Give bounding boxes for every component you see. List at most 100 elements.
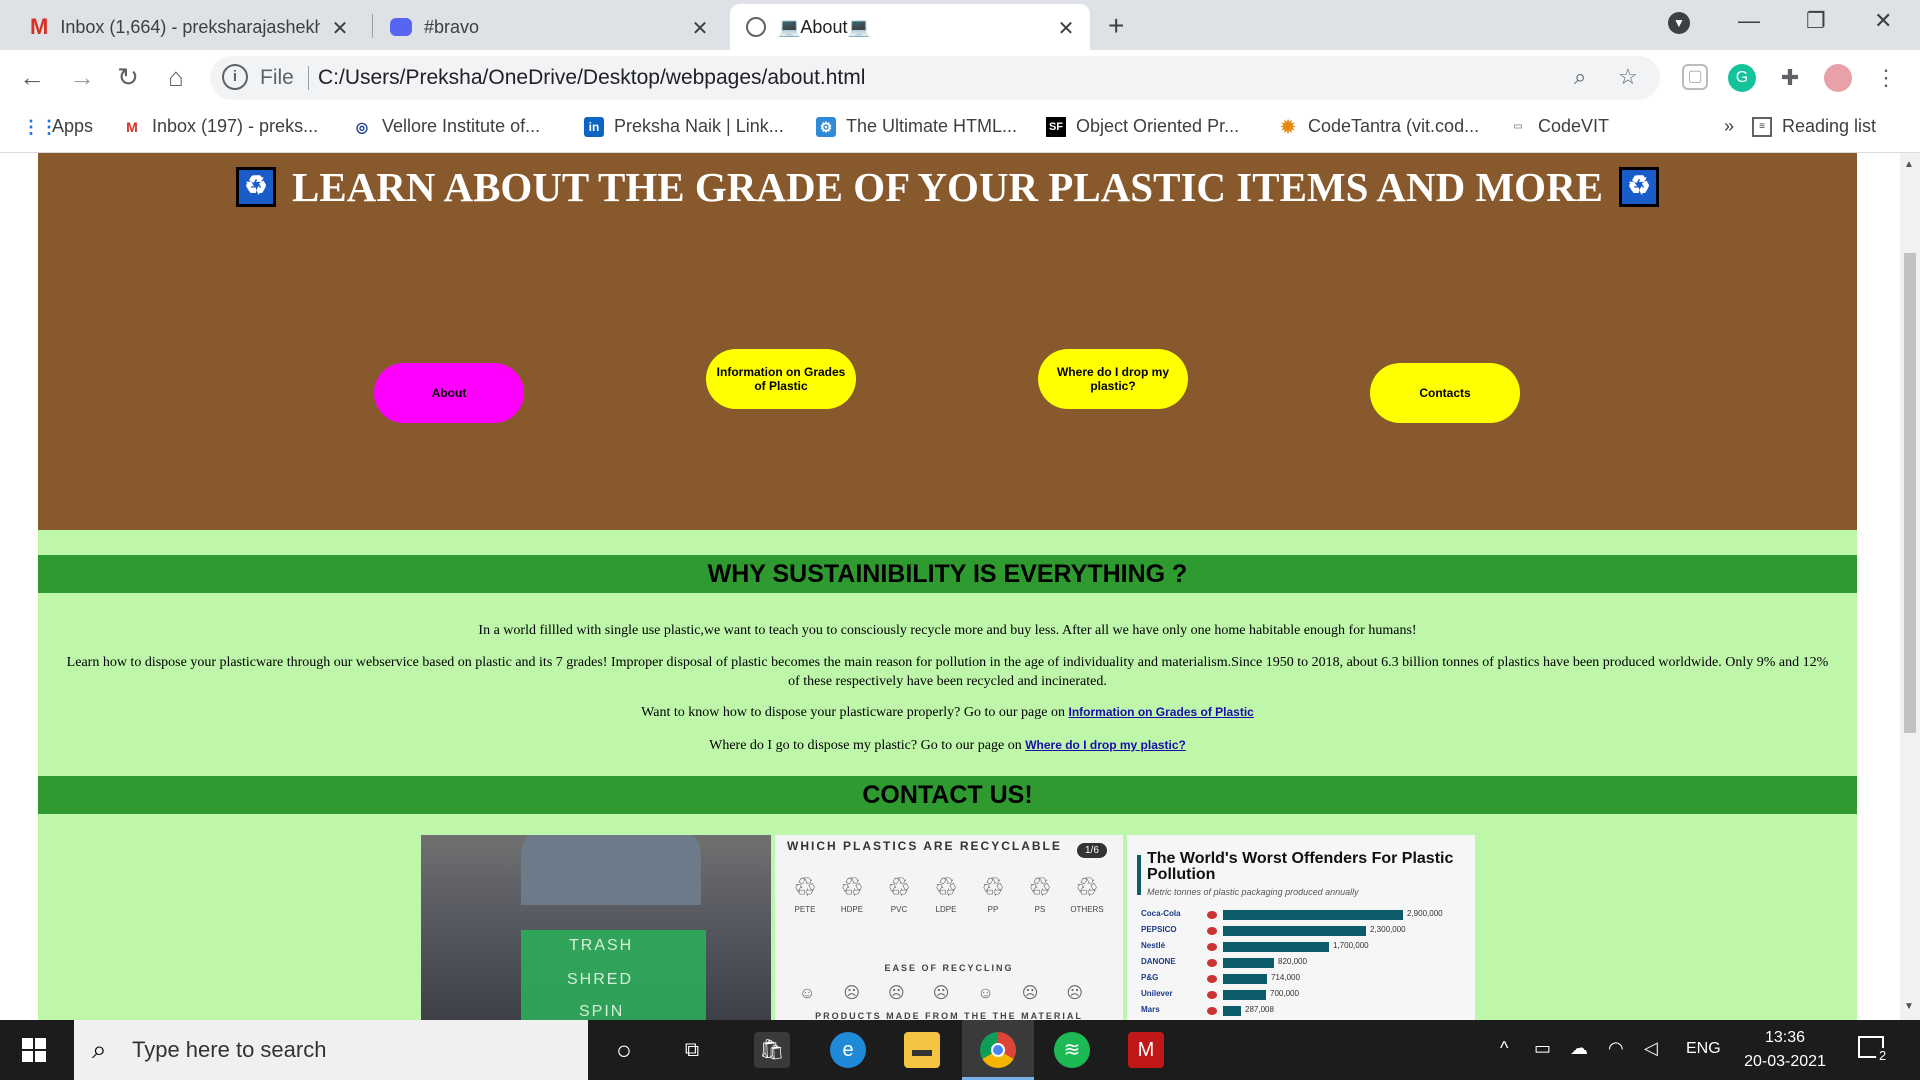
clock[interactable]: 13:36 20-03-2021 [1740,1026,1830,1074]
bookmarks-overflow-button[interactable]: » [1724,116,1734,137]
bookmark-apps[interactable]: ⋮⋮ Apps [22,116,93,137]
bookmark-codetantra[interactable]: ✹ CodeTantra (vit.cod... [1278,116,1479,137]
scroll-thumb[interactable] [1904,253,1916,733]
why-heading: WHY SUSTAINIBILITY IS EVERYTHING ? [38,555,1857,593]
tshirt-shape [521,835,701,905]
mcafee-icon[interactable]: M [1128,1032,1164,1068]
close-icon[interactable]: ✕ [1056,16,1076,41]
home-button[interactable]: ⌂ [160,62,192,93]
zoom-icon[interactable]: ⌕ [1574,64,1586,90]
spotify-icon[interactable]: ≋ [1054,1032,1090,1068]
offender-brand: Mars [1141,1005,1160,1014]
drop-link[interactable]: Where do I drop my plastic? [1025,738,1186,752]
scheme-label: File [260,66,294,89]
volume-icon[interactable]: ◁ [1644,1038,1658,1059]
close-window-button[interactable]: ✕ [1874,8,1892,34]
bookmark-linkedin[interactable]: in Preksha Naik | Link... [584,116,784,137]
infographic-title: WHICH PLASTICS ARE RECYCLABLE [787,839,1062,853]
minimize-button[interactable]: — [1738,8,1760,34]
grammarly-extension-icon[interactable]: G [1728,64,1756,92]
flag-icon [1207,959,1217,967]
flag-icon [1207,943,1217,951]
offender-brand: Coca-Cola [1141,909,1181,918]
recycle-bin-icon: ♻ [1619,167,1660,207]
tab-discord[interactable]: #bravo ✕ [374,4,724,50]
plastic-code-label: PP [987,905,999,914]
flag-icon [1207,991,1217,999]
nav-contacts-button[interactable]: Contacts [1370,363,1520,423]
more-menu-icon[interactable]: ⋮ [1872,64,1900,92]
profile-avatar[interactable] [1824,64,1852,92]
taskbar-search-box[interactable]: ⌕ Type here to search [74,1020,588,1080]
offender-brand: P&G [1141,973,1159,982]
bookmark-codevit[interactable]: ▭ CodeVIT [1508,116,1609,137]
address-bar[interactable]: i File C:/Users/Preksha/OneDrive/Desktop… [210,56,1660,100]
scroll-down-arrow-icon[interactable]: ▼ [1904,1001,1914,1012]
tab-about[interactable]: 💻About💻 ✕ [730,4,1090,50]
forward-button[interactable]: → [66,62,98,93]
store-icon[interactable]: 🛍 [754,1032,790,1068]
products-label: PRODUCTS MADE FROM THE THE MATERIAL [815,1011,1083,1020]
bookmark-gmail[interactable]: M Inbox (197) - preks... [122,116,318,137]
cortana-icon[interactable]: ○ [606,1032,642,1068]
edge-icon[interactable]: e [830,1032,866,1068]
bookmark-oop[interactable]: SF Object Oriented Pr... [1046,116,1239,137]
restore-button[interactable]: ❐ [1806,8,1826,34]
nav-drop-button[interactable]: Where do I drop my plastic? [1038,349,1188,409]
offender-bar [1223,942,1329,952]
scroll-up-arrow-icon[interactable]: ▲ [1904,159,1914,170]
pocket-extension-icon[interactable]: ▢ [1682,64,1708,90]
offender-bar [1223,990,1266,1000]
file-explorer-icon[interactable]: ▬ [904,1032,940,1068]
nav-about-button[interactable]: About [374,363,524,423]
recycle-symbol-icon: ♲ [981,872,1005,902]
plastic-code-label: HDPE [840,905,864,914]
nav-grades-button[interactable]: Information on Grades of Plastic [706,349,856,409]
clock-time: 13:36 [1764,1029,1806,1046]
offender-row: Coca-Cola 2,900,000 [1141,907,1471,923]
tab-gmail[interactable]: M Inbox (1,664) - preksharajashekh ✕ [14,4,364,50]
tab-search-icon[interactable]: ▼ [1668,12,1690,34]
bookmarks-bar: ⋮⋮ Apps M Inbox (197) - preks... ◎ Vello… [0,106,1920,153]
page-scrollbar[interactable]: ▲ ▼ [1900,153,1920,1020]
onedrive-icon[interactable]: ☁ [1570,1038,1588,1059]
plastic-code-item: ♲ OTHERS [1067,873,1107,914]
offender-bar [1223,974,1267,984]
url-text[interactable]: C:/Users/Preksha/OneDrive/Desktop/webpag… [318,66,865,90]
windows-start-icon[interactable] [22,1038,46,1062]
tab-title: Inbox (1,664) - preksharajashekh [60,16,321,37]
bookmark-vit[interactable]: ◎ Vellore Institute of... [352,116,540,137]
bookmark-label: Preksha Naik | Link... [614,116,784,136]
plastic-code-label: OTHERS [1070,905,1104,914]
reload-button[interactable]: ↻ [112,62,144,93]
tray-chevron-icon[interactable]: ^ [1500,1038,1508,1059]
battery-icon[interactable]: ▭ [1534,1038,1551,1059]
grades-link[interactable]: Information on Grades of Plastic [1068,705,1253,719]
extensions-puzzle-icon[interactable]: ✚ [1776,64,1804,92]
notification-count-badge: 2 [1876,1048,1890,1063]
close-icon[interactable]: ✕ [330,16,350,41]
sf-icon: SF [1046,116,1066,137]
bookmark-html[interactable]: ⚙ The Ultimate HTML... [816,116,1017,137]
chrome-taskbar-item[interactable] [962,1020,1034,1080]
flag-icon [1207,927,1217,935]
page-title: LEARN ABOUT THE GRADE OF YOUR PLASTIC IT… [291,164,1604,210]
windows-taskbar: ⌕ Type here to search ○ ⧉ 🛍 e ▬ ≋ M ^ ▭ … [0,1020,1920,1080]
ease-faces-row: ☺☹☹☹☺☹☹ [799,985,1112,1002]
task-view-icon[interactable]: ⧉ [674,1032,710,1068]
language-indicator[interactable]: ENG [1686,1040,1721,1058]
back-button[interactable]: ← [16,62,48,93]
plastic-code-item: ♲ PS [1020,873,1060,914]
reading-list-icon: ≡ [1752,116,1772,137]
plastic-code-item: ♲ HDPE [832,873,872,914]
reading-list-button[interactable]: ≡ Reading list [1752,116,1876,137]
info-icon[interactable]: i [222,64,248,90]
image-text-shred: SHRED [567,971,634,988]
offender-bar [1223,1006,1241,1016]
star-icon[interactable]: ☆ [1618,64,1638,90]
wifi-icon[interactable]: ◠ [1608,1038,1624,1059]
close-icon[interactable]: ✕ [690,16,710,41]
offender-row: DANONE 820,000 [1141,955,1471,971]
new-tab-button[interactable]: + [1108,10,1124,42]
discord-icon [390,18,412,36]
